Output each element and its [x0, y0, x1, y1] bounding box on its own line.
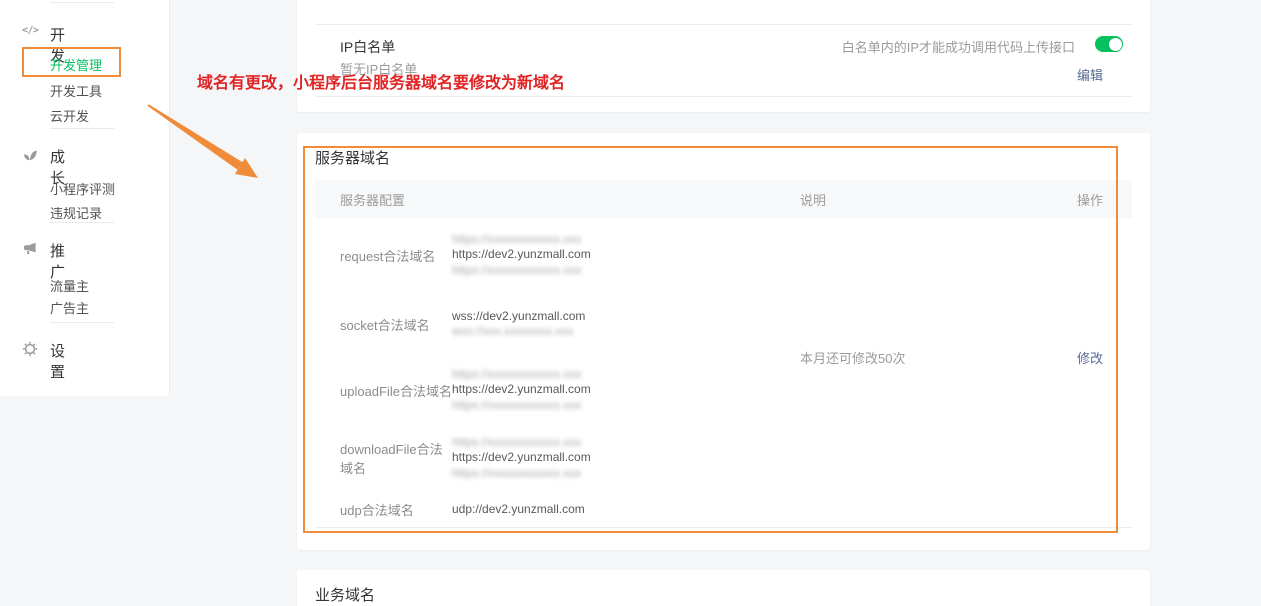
annotation-arrow-icon — [140, 98, 270, 193]
ip-whitelist-label: IP白名单 — [340, 37, 395, 57]
megaphone-icon — [22, 241, 38, 257]
sidebar-divider — [50, 128, 114, 129]
business-domain-panel: 业务域名 — [297, 570, 1150, 606]
sidebar-item-cloud-dev[interactable]: 云开发 — [50, 106, 89, 125]
sidebar-divider — [50, 322, 114, 323]
ip-whitelist-toggle[interactable] — [1095, 36, 1123, 52]
annotation-note-text: 域名有更改，小程序后台服务器域名要修改为新域名 — [197, 69, 565, 93]
code-icon: </> — [22, 25, 38, 41]
sidebar-divider — [50, 222, 114, 223]
sidebar-divider — [50, 2, 114, 3]
divider — [315, 96, 1132, 97]
sprout-icon — [22, 147, 38, 163]
sidebar-item-dev-tools[interactable]: 开发工具 — [50, 81, 102, 100]
sidebar-item-advertiser[interactable]: 广告主 — [50, 298, 89, 317]
annotation-highlight-box-menu — [22, 47, 121, 77]
sidebar-item-violations[interactable]: 违规记录 — [50, 203, 102, 222]
gear-icon — [22, 341, 38, 357]
ip-whitelist-edit-link[interactable]: 编辑 — [1077, 65, 1103, 84]
page-root: </> 开发 开发管理 开发工具 云开发 成长 小程序评测 违规记录 推广 流量… — [0, 0, 1261, 606]
annotation-highlight-box-table — [303, 146, 1118, 533]
sidebar-group-label: 设置 — [50, 340, 65, 382]
ip-whitelist-toggle-desc: 白名单内的IP才能成功调用代码上传接口 — [842, 37, 1075, 56]
sidebar-item-mp-review[interactable]: 小程序评测 — [50, 179, 115, 198]
sidebar-item-traffic-owner[interactable]: 流量主 — [50, 276, 89, 295]
business-domain-title: 业务域名 — [315, 584, 375, 605]
toggle-knob — [1109, 38, 1122, 51]
divider — [315, 24, 1132, 25]
ip-whitelist-panel: IP白名单 暂无IP白名单 白名单内的IP才能成功调用代码上传接口 编辑 — [297, 0, 1150, 112]
